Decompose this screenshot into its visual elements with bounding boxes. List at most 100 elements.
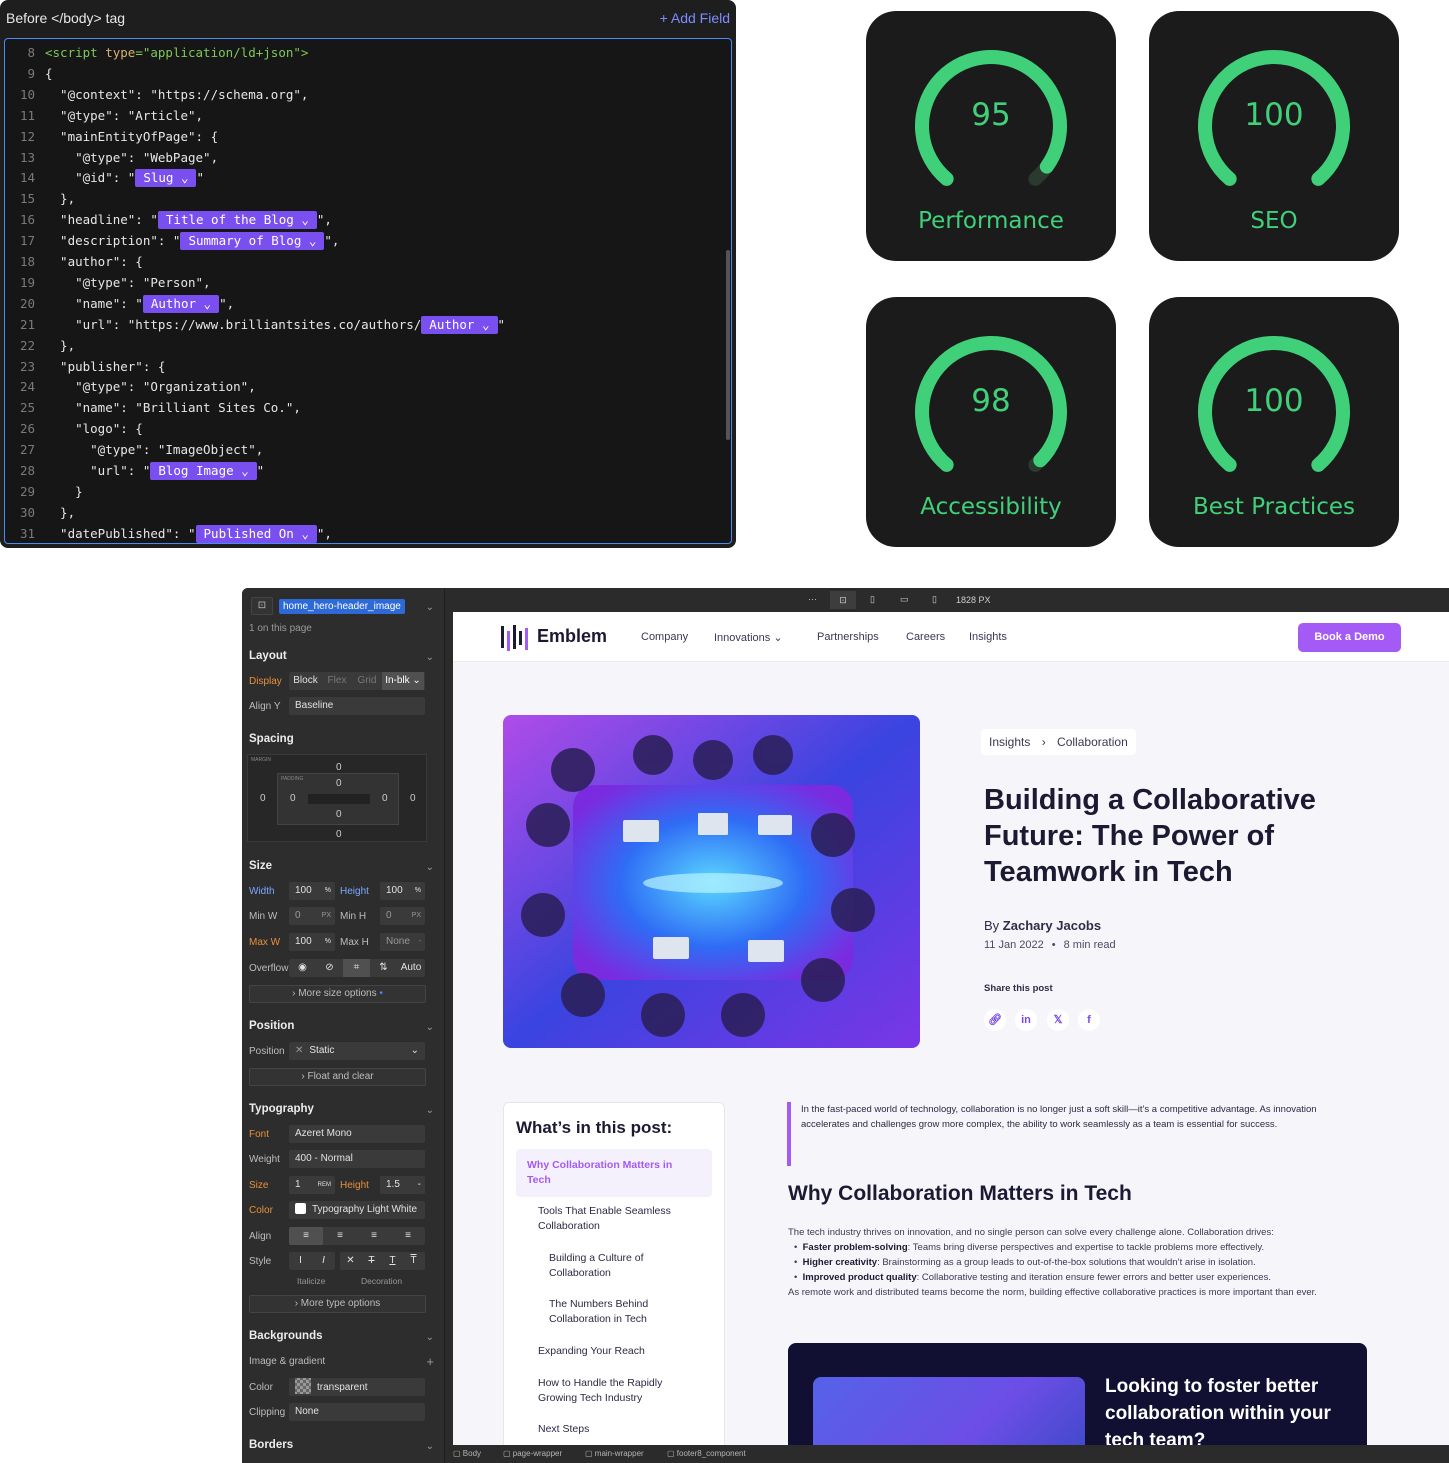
text-align-toggle[interactable]: ≡ ≡ ≡ ≡ [289,1227,425,1245]
more-type-options-button[interactable]: › More type options [249,1295,426,1313]
cms-field-chip[interactable]: Author ⌄ [421,315,498,334]
chevron-down-icon[interactable]: ⌄ [426,1105,434,1116]
display-flex[interactable]: Flex [322,672,352,690]
spacing-section-title[interactable]: Spacing [249,733,294,745]
padding-right[interactable]: 0 [382,793,388,804]
landscape-breakpoint-icon[interactable]: ▭ [900,594,909,605]
cms-field-chip[interactable]: Blog Image ⌄ [150,462,257,480]
margin-left[interactable]: 0 [260,793,266,804]
nav-company[interactable]: Company [641,631,688,643]
backgrounds-section-title[interactable]: Backgrounds [249,1330,323,1342]
clipping-select[interactable]: None [289,1403,425,1421]
max-height-input[interactable]: None - [380,933,425,951]
more-size-options-button[interactable]: › More size options • [249,985,426,1003]
margin-right[interactable]: 0 [410,793,416,804]
toc-item[interactable]: Why Collaboration Matters in Tech [527,1158,697,1188]
overflow-clip-icon[interactable]: ⌗ [343,959,370,977]
toc-item[interactable]: The Numbers Behind Collaboration in Tech [549,1297,679,1327]
crumb-footer8-component[interactable]: ▢ footer8_component [667,1449,746,1458]
selected-class-chip[interactable]: home_hero-header_image [279,599,405,614]
chevron-down-icon[interactable]: ⌄ [426,862,434,873]
line-height-input[interactable]: 1.5- [380,1176,425,1194]
italic-toggle[interactable]: II [289,1252,335,1270]
cms-field-chip[interactable]: Author ⌄ [142,294,220,313]
display-inline-block[interactable]: In-blk ⌄ [382,672,424,690]
margin-bottom[interactable]: 0 [336,829,342,840]
add-icon[interactable]: + [426,1354,434,1369]
crumb-main-wrapper[interactable]: ▢ main-wrapper [585,1449,644,1458]
selector-icon[interactable]: ⊡ [251,597,273,615]
breadcrumb-insights[interactable]: Insights [989,735,1030,749]
align-left-icon[interactable]: ≡ [289,1227,323,1245]
toc-item[interactable]: How to Handle the Rapidly Growing Tech I… [538,1376,688,1406]
nav-partnerships[interactable]: Partnerships [817,631,879,643]
chevron-down-icon[interactable]: ⌄ [426,1022,434,1033]
nav-careers[interactable]: Careers [906,631,945,643]
overflow-auto[interactable]: Auto [397,959,425,977]
height-input[interactable]: 100% [380,882,425,900]
editor-scrollbar[interactable] [726,250,730,440]
typography-section-title[interactable]: Typography [249,1103,314,1115]
breadcrumb-collaboration[interactable]: Collaboration [1057,735,1128,749]
logo-wordmark[interactable]: Emblem [537,626,607,647]
toc-item[interactable]: Next Steps [538,1422,698,1437]
nav-innovations[interactable]: Innovations ⌄ [714,631,783,644]
design-canvas[interactable]: Emblem Company Innovations ⌄ Partnership… [453,612,1449,1445]
margin-top[interactable]: 0 [336,762,342,773]
toc-item[interactable]: Expanding Your Reach [538,1344,698,1359]
x-icon[interactable]: 𝕏 [1047,1009,1069,1031]
display-block[interactable]: Block [289,672,322,690]
decoration-toggle[interactable]: ✕ T T T [340,1252,425,1270]
float-clear-button[interactable]: › Float and clear [249,1068,426,1086]
crumb-page-wrapper[interactable]: ▢ page-wrapper [503,1449,562,1458]
overflow-scroll-icon[interactable]: ⇅ [370,959,397,977]
align-right-icon[interactable]: ≡ [357,1227,391,1245]
chevron-down-icon[interactable]: ⌄ [426,652,434,663]
cms-field-chip[interactable]: Title of the Blog ⌄ [157,211,317,230]
desktop-breakpoint-icon[interactable]: ⊡ [830,591,856,609]
chevron-down-icon[interactable]: ⌄ [426,1441,434,1452]
code-textarea[interactable]: 8 <script type="application/ld+json"> 9{10… [4,38,732,544]
overflow-visible-icon[interactable]: ◉ [289,959,316,977]
book-demo-button[interactable]: Book a Demo [1298,623,1401,652]
min-width-input[interactable]: 0 PX [289,907,335,925]
padding-left[interactable]: 0 [290,793,296,804]
mobile-breakpoint-icon[interactable]: ▯ [932,594,937,605]
borders-section-title[interactable]: Borders [249,1439,293,1451]
position-section-title[interactable]: Position [249,1020,294,1032]
toc-item[interactable]: Building a Culture of Collaboration [549,1251,679,1281]
text-color-select[interactable]: Typography Light White [289,1201,425,1219]
chevron-down-icon[interactable]: ⌄ [426,1332,434,1343]
weight-select[interactable]: 400 - Normal [289,1150,425,1168]
copy-link-icon[interactable]: 🔗︎ [984,1009,1006,1031]
emblem-logo-icon[interactable] [501,625,531,651]
bg-color-select[interactable]: transparent [289,1378,425,1396]
min-height-input[interactable]: 0 PX [380,907,425,925]
spacing-box-model[interactable]: MARGIN 0 0 0 0 PADDING 0 0 0 0 [247,754,427,842]
display-grid[interactable]: Grid [352,672,382,690]
max-width-input[interactable]: 100% [289,933,335,951]
padding-bottom[interactable]: 0 [336,809,342,820]
chevron-down-icon[interactable]: ⌄ [426,602,434,613]
font-size-input[interactable]: 1 REM [289,1176,335,1194]
crumb-body[interactable]: ▢ Body [453,1449,481,1458]
display-toggle[interactable]: Block Flex Grid In-blk ⌄ [289,672,425,690]
cms-field-chip[interactable]: Slug ⌄ [135,169,197,188]
more-icon[interactable]: ··· [808,594,817,604]
font-select[interactable]: Azeret Mono [289,1125,425,1143]
linkedin-icon[interactable]: in [1015,1009,1037,1031]
layout-section-title[interactable]: Layout [249,650,287,662]
nav-insights[interactable]: Insights [969,631,1007,643]
overflow-toggle[interactable]: ◉ ⊘ ⌗ ⇅ Auto [289,959,425,977]
add-field-button[interactable]: + Add Field [660,10,730,26]
position-select[interactable]: ✕ Static ⌄ [289,1042,425,1060]
cms-field-chip[interactable]: Published On ⌄ [195,524,317,543]
width-input[interactable]: 100% [289,882,335,900]
align-y-select[interactable]: Baseline [289,697,425,715]
size-section-title[interactable]: Size [249,860,272,872]
cms-field-chip[interactable]: Summary of Blog ⌄ [180,232,325,251]
align-justify-icon[interactable]: ≡ [391,1227,425,1245]
overflow-hidden-icon[interactable]: ⊘ [316,959,343,977]
padding-box[interactable]: PADDING 0 0 0 0 [277,773,399,825]
facebook-icon[interactable]: f [1078,1009,1100,1031]
